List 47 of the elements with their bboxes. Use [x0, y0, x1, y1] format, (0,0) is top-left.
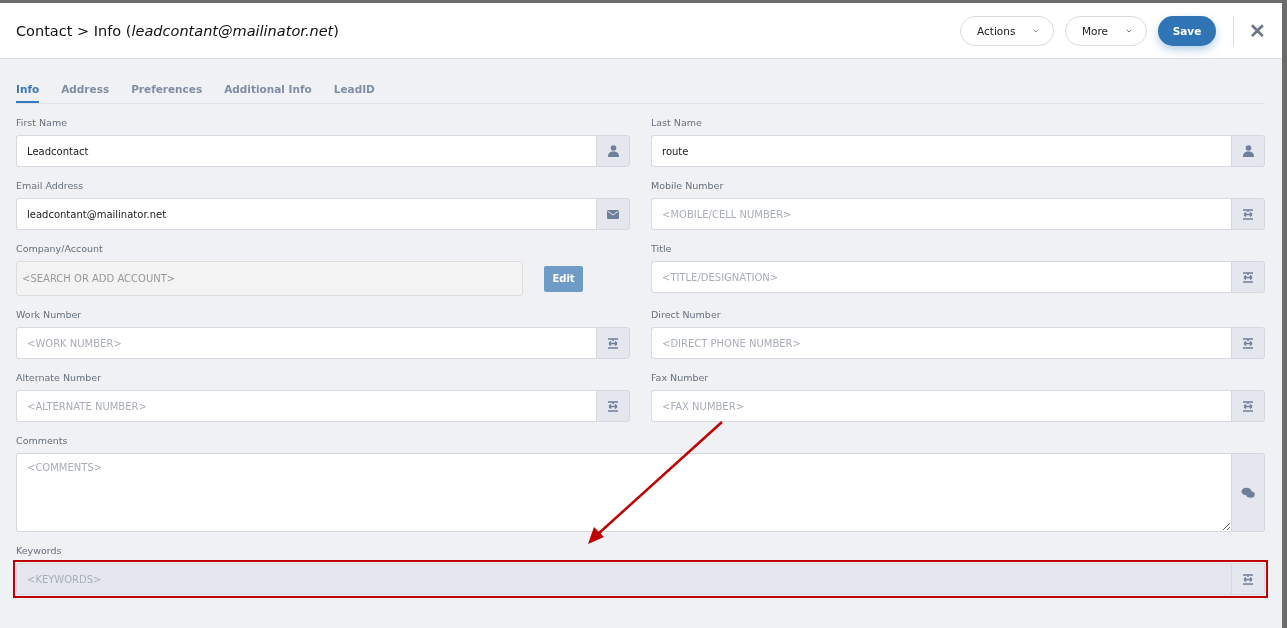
dialog-title: Contact > Info (leadcontant@mailinator.net) [16, 22, 339, 39]
field-label: Direct Number [651, 309, 722, 321]
field-label: Comments [16, 435, 69, 447]
person-icon [1242, 145, 1254, 157]
account-search-field[interactable]: <SEARCH OR ADD ACCOUNT> [16, 261, 523, 296]
field-label: Keywords [16, 545, 63, 557]
field-label: Work Number [16, 309, 83, 321]
text-field[interactable]: <FAX NUMBER> [651, 390, 1231, 422]
text-field[interactable]: leadcontant@mailinator.net [16, 198, 596, 230]
text-field[interactable]: <MOBILE/CELL NUMBER> [651, 198, 1231, 230]
field-label: Company/Account [16, 243, 104, 255]
dropdown-button[interactable]: Actions [960, 15, 1054, 46]
caret-icon [1126, 27, 1132, 34]
person-icon [607, 145, 619, 157]
field-label: Title [651, 243, 673, 255]
text-width-icon [607, 337, 619, 349]
tab[interactable]: Additional Info [224, 77, 312, 103]
text-width-icon [1242, 573, 1254, 585]
dropdown-button[interactable]: More [1065, 15, 1147, 46]
chat-bubbles-icon [1241, 486, 1255, 499]
text-field[interactable]: <TITLE/DESIGNATION> [651, 261, 1231, 293]
text-field[interactable]: Leadcontact [16, 135, 596, 167]
field-label: Alternate Number [16, 372, 103, 384]
field-label: Email Address [16, 180, 85, 192]
comments-field[interactable]: <COMMENTS> [16, 453, 1231, 532]
text-field[interactable]: <DIRECT PHONE NUMBER> [651, 327, 1231, 359]
tab[interactable]: LeadID [333, 77, 375, 103]
close-button[interactable]: ✕ [1245, 18, 1270, 43]
tab[interactable]: Preferences [131, 77, 203, 103]
edit-button[interactable]: Edit [544, 265, 583, 292]
text-field[interactable]: <ALTERNATE NUMBER> [16, 390, 596, 422]
field-label: First Name [16, 117, 69, 129]
text-width-icon [1242, 337, 1254, 349]
field-label: Last Name [651, 117, 703, 129]
caret-icon [1033, 27, 1039, 34]
tab[interactable]: Address [61, 77, 110, 103]
text-width-icon [1242, 208, 1254, 220]
tab[interactable]: Info [16, 77, 40, 103]
field-label: Mobile Number [651, 180, 725, 192]
envelope-icon [607, 209, 619, 219]
text-width-icon [1242, 400, 1254, 412]
text-field[interactable]: <WORK NUMBER> [16, 327, 596, 359]
save-button[interactable]: Save [1158, 15, 1216, 46]
text-width-icon [607, 400, 619, 412]
text-width-icon [1242, 271, 1254, 283]
text-field[interactable]: route [651, 135, 1231, 167]
field-label: Fax Number [651, 372, 710, 384]
